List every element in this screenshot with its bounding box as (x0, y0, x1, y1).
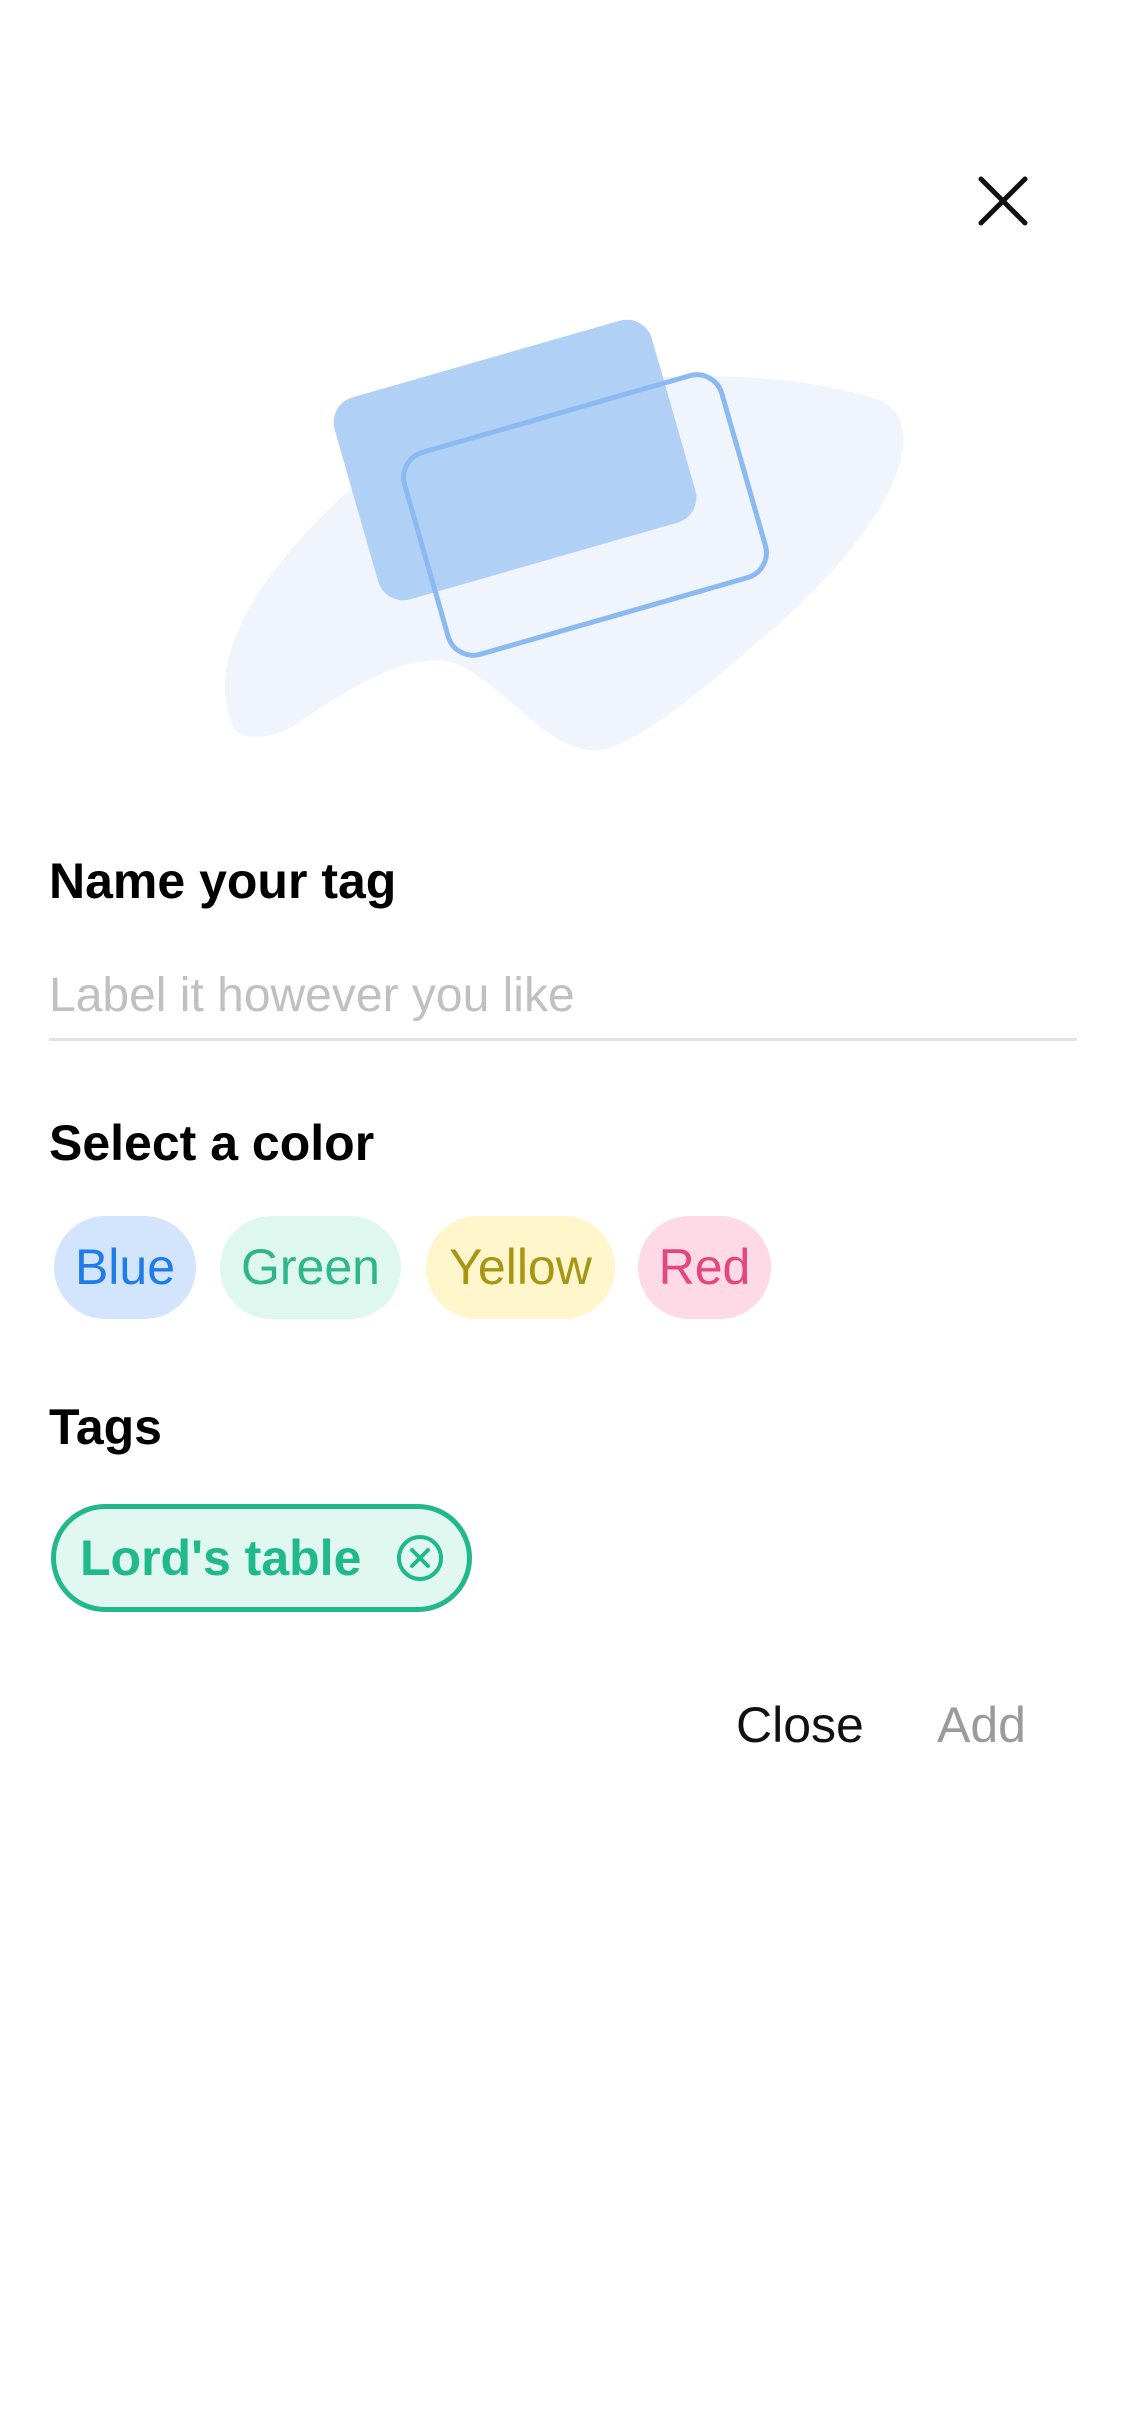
close-button[interactable]: Close (736, 1693, 864, 1757)
color-chip-red[interactable]: Red (638, 1216, 771, 1319)
tags-heading: Tags (49, 1399, 162, 1455)
remove-circle-icon[interactable] (395, 1533, 445, 1583)
close-icon[interactable] (975, 173, 1031, 229)
tag-name-input[interactable] (49, 950, 1077, 1040)
input-underline (49, 1038, 1077, 1041)
tag-pill[interactable]: Lord's table (51, 1504, 472, 1612)
tag-cards-illustration (200, 300, 920, 760)
select-color-heading: Select a color (49, 1115, 375, 1171)
color-chip-yellow[interactable]: Yellow (426, 1216, 615, 1319)
add-button[interactable]: Add (937, 1693, 1026, 1757)
name-tag-heading: Name your tag (49, 853, 397, 909)
color-chip-green[interactable]: Green (220, 1216, 401, 1319)
color-chip-blue[interactable]: Blue (54, 1216, 196, 1319)
tag-label: Lord's table (80, 1530, 362, 1586)
